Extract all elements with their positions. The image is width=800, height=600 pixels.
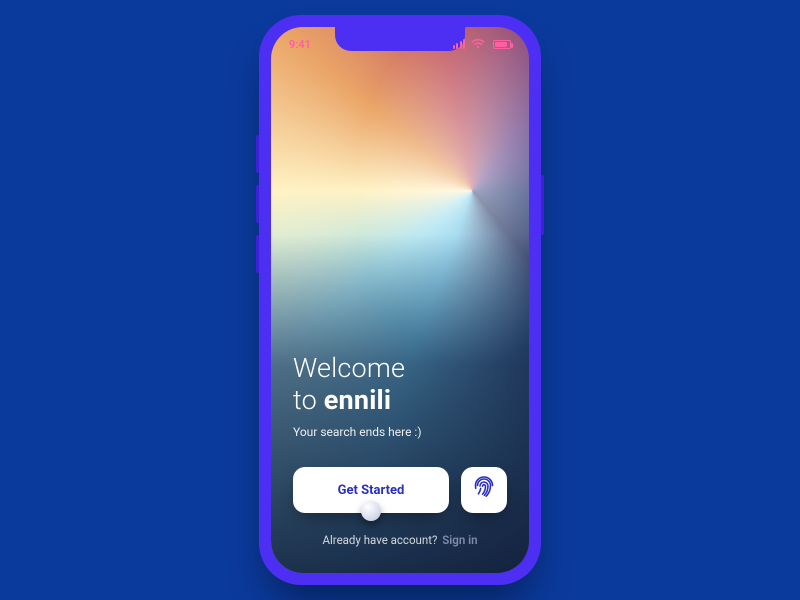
signin-row: Already have account? Sign in [293,533,507,547]
get-started-label: Get Started [338,483,405,498]
screen: 9:41 Welcome to ennili Your search ends … [271,27,529,573]
welcome-content: Welcome to ennili Your search ends here … [271,27,529,573]
signin-link[interactable]: Sign in [442,533,477,547]
cta-row: Get Started [293,467,507,513]
cursor-indicator-icon [361,501,381,521]
brand-name: ennili [324,384,392,416]
wifi-icon [471,39,485,49]
status-time: 9:41 [289,38,311,51]
headline: Welcome to ennili [293,353,507,417]
headline-line1: Welcome [293,352,405,384]
cellular-signal-icon [453,39,466,49]
battery-icon [493,40,511,49]
status-bar: 9:41 [271,35,529,53]
headline-line2-prefix: to [293,384,324,416]
phone-frame: 9:41 Welcome to ennili Your search ends … [259,15,541,585]
signin-prompt: Already have account? [322,533,437,547]
fingerprint-icon [472,476,496,504]
fingerprint-button[interactable] [461,467,507,513]
get-started-button[interactable]: Get Started [293,467,449,513]
subtitle: Your search ends here :) [293,425,507,439]
